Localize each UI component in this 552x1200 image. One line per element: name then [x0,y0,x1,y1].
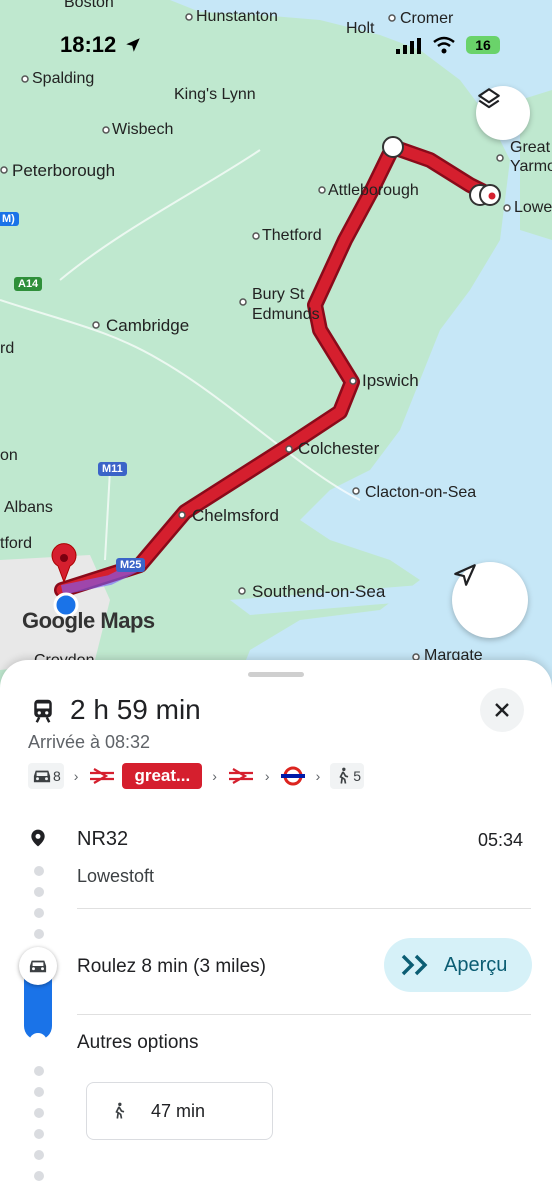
battery-indicator: 16 [466,36,500,54]
timeline-dot [34,1129,44,1139]
status-bar: 18:12 16 [0,0,552,90]
map-label: Ipswich [362,371,419,390]
timeline-dot [34,866,44,876]
navigation-arrow-icon [454,564,476,586]
chevron-right-icon: › [73,768,79,784]
map-label: Bury St [252,286,305,303]
timeline-dot [34,1066,44,1076]
map-label: Lowe [514,199,552,216]
chevron-right-icon: › [264,768,270,784]
road-shield-m25: M25 [116,558,146,572]
overview-button[interactable]: Aperçu [384,938,532,992]
national-rail-icon [90,768,115,784]
timeline-dot [34,1087,44,1097]
map-label: rd [0,340,15,357]
timeline-end-dot [29,1033,47,1051]
step-walk: 5 [330,763,365,789]
car-icon [33,770,51,783]
drive-step-marker [19,947,57,985]
timeline-dot [34,1171,44,1181]
timeline-dot [34,929,44,939]
step-car: 8 [28,763,64,789]
train-line-badge: great... [122,763,203,789]
map-label: Attleborough [328,182,419,199]
close-button[interactable] [480,688,524,732]
train-icon [34,699,52,723]
timeline-dot [34,908,44,918]
walk-option-time: 47 min [151,1100,206,1121]
route-details-sheet[interactable]: 2 h 59 min Arrivée à 08:32 8 › great... … [0,660,552,1200]
map-label: tford [0,535,33,552]
other-options-label: Autres options [77,1032,199,1053]
layers-button[interactable] [476,86,530,140]
map-label: Wisbech [112,121,174,138]
timeline-dot [34,887,44,897]
road-shield-a14: A14 [14,277,43,291]
recenter-button[interactable] [452,562,528,638]
walking-icon [115,1102,125,1119]
walk-duration: 5 [353,768,362,784]
chevron-right-icon: › [212,768,217,784]
map-label: on [0,447,18,464]
map-view[interactable]: Boston Hunstanton Holt Cromer Spalding K… [0,0,552,700]
car-duration: 8 [53,768,61,784]
destination-dot [488,192,496,200]
timeline-dot [34,1108,44,1118]
double-chevron-icon [401,954,428,976]
location-pin-icon [31,829,45,847]
walking-icon [339,767,349,784]
overview-button-label: Aperçu [444,953,508,976]
road-shield: M) [0,212,19,226]
map-label: Thetford [262,227,322,244]
origin-name: NR32 [77,828,129,850]
trip-duration: 2 h 59 min [70,694,201,725]
location-arrow-icon [126,38,140,52]
map-label: Southend-on-Sea [252,582,386,601]
car-icon [29,960,47,973]
departure-time: 05:34 [478,830,524,850]
road-shield-m11: M11 [98,462,127,476]
route-steps: 8 › great... › › › 5 [28,763,365,789]
google-maps-logo: Google Maps [22,608,155,633]
map-label: Yarmo [510,158,552,175]
map-label: Colchester [298,439,380,458]
map-label: Peterborough [12,161,116,180]
national-rail-icon [228,768,253,784]
map-label: Chelmsford [192,506,279,525]
map-label: Clacton-on-Sea [365,484,477,501]
origin-place: Lowestoft [77,866,155,886]
map-label: Edmunds [252,306,320,323]
drive-step-label: Roulez 8 min (3 miles) [77,956,266,977]
divider [77,908,531,909]
divider [77,1014,531,1015]
map-label: Great [510,139,551,156]
chevron-right-icon: › [315,768,321,784]
walk-option-button[interactable]: 47 min [86,1082,273,1140]
wifi-icon [433,36,455,54]
signal-icon [396,38,421,54]
drag-handle[interactable] [248,672,304,677]
status-time: 18:12 [60,32,117,57]
map-label: Albans [4,499,53,516]
close-icon [495,703,509,717]
timeline-dot [34,1150,44,1160]
waypoint-circle [382,136,404,158]
underground-icon [280,766,305,786]
arrival-time: Arrivée à 08:32 [28,732,151,752]
map-label: Cambridge [106,316,190,335]
